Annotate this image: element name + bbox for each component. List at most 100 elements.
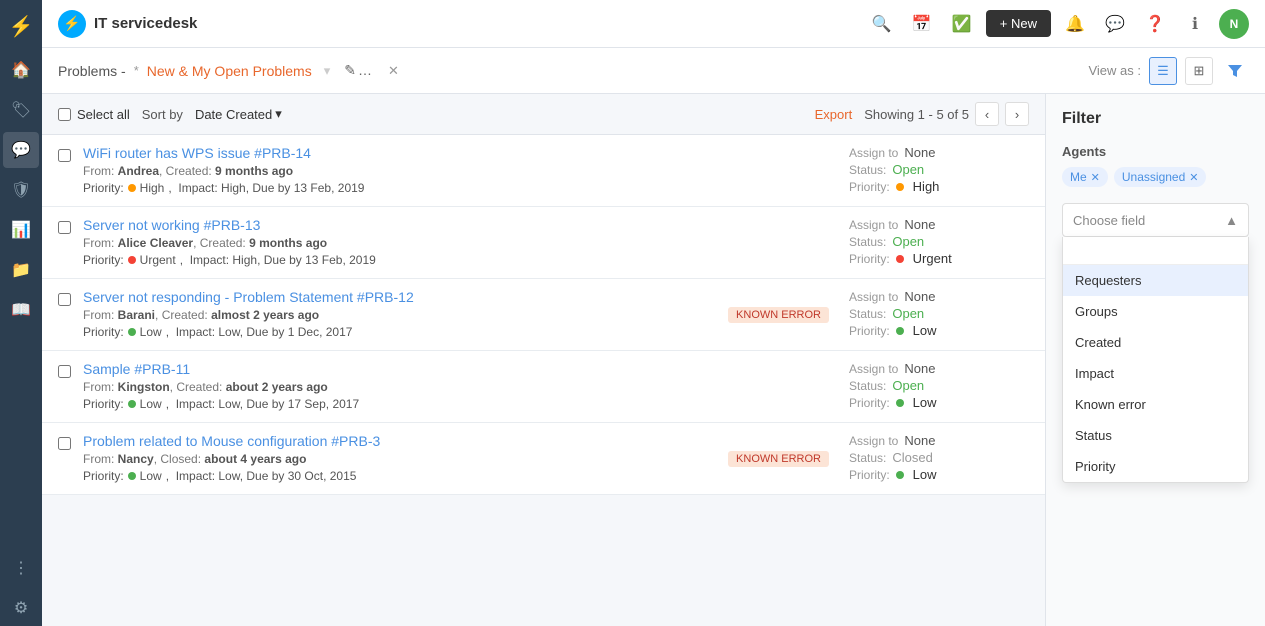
showing-count: Showing 1 - 5 of 5 xyxy=(864,107,969,122)
row-checkbox-1[interactable] xyxy=(58,221,71,234)
row-priority-value-4: Low xyxy=(913,467,937,482)
grid-view-btn[interactable]: ⊞ xyxy=(1185,57,1213,85)
export-button[interactable]: Export xyxy=(815,107,853,122)
sidebar-dots[interactable]: ⋮ xyxy=(3,550,39,586)
problem-title-3[interactable]: Sample #PRB-11 xyxy=(83,361,190,377)
row-priority-value-0: High xyxy=(913,179,940,194)
problem-title-2[interactable]: Server not responding - Problem Statemen… xyxy=(83,289,414,305)
sidebar-folder[interactable]: 📁 xyxy=(3,252,39,288)
dropdown-item[interactable]: Known error xyxy=(1063,389,1248,420)
dropdown-search-input[interactable] xyxy=(1063,237,1248,265)
row-assign-1: Assign to None Status: Open Priority: Ur… xyxy=(849,217,1029,268)
sort-by-label: Sort by xyxy=(142,107,183,122)
filter-tags: Me ✕ Unassigned ✕ xyxy=(1062,167,1249,187)
search-icon[interactable]: 🔍 xyxy=(866,8,898,40)
sidebar-book[interactable]: 📖 xyxy=(3,292,39,328)
main-content: ⚡ IT servicedesk 🔍 📅 ✅ + New 🔔 💬 ❓ ℹ N P… xyxy=(42,0,1265,626)
filter-toggle-btn[interactable] xyxy=(1221,57,1249,85)
priority-dot-3 xyxy=(128,400,136,408)
priority-dot-2 xyxy=(128,328,136,336)
filter-tag-unassigned-close[interactable]: ✕ xyxy=(1189,171,1198,184)
page-prev-btn[interactable]: ‹ xyxy=(975,102,999,126)
sidebar-settings[interactable]: ⚙ xyxy=(3,590,39,626)
row-assign-2: Assign to None Status: Open Priority: Lo… xyxy=(849,289,1029,340)
subheader: Problems - * New & My Open Problems ▾ ✎…… xyxy=(42,48,1265,94)
priority-label-1: Urgent xyxy=(140,253,176,267)
dropdown-items-container: RequestersGroupsCreatedImpactKnown error… xyxy=(1063,265,1248,482)
edit-dots-icon[interactable]: ✎… xyxy=(344,62,374,79)
problem-title-1[interactable]: Server not working #PRB-13 xyxy=(83,217,260,233)
filter-tag-unassigned-label: Unassigned xyxy=(1122,170,1185,184)
priority-dot-0 xyxy=(128,184,136,192)
filter-panel: Filter Agents Me ✕ Unassigned ✕ Choose f… xyxy=(1045,94,1265,626)
row-main-3: Sample #PRB-11 From: Kingston, Created: … xyxy=(83,361,837,411)
row-priority-1: Priority: Urgent, Impact: High, Due by 1… xyxy=(83,253,837,267)
info-icon[interactable]: ℹ xyxy=(1179,8,1211,40)
filter-tag-me-close[interactable]: ✕ xyxy=(1091,171,1100,184)
breadcrumb-static: Problems - xyxy=(58,63,126,79)
row-assign-4: Assign to None Status: Closed Priority: … xyxy=(849,433,1029,484)
dropdown-item[interactable]: Status xyxy=(1063,420,1248,451)
assign-label-row-0: Assign to None xyxy=(849,145,1029,160)
avatar[interactable]: N xyxy=(1219,9,1249,39)
assign-label-row-4: Assign to None xyxy=(849,433,1029,448)
select-all-checkbox[interactable] xyxy=(58,108,71,121)
row-priority-dot-4 xyxy=(896,471,904,479)
row-checkbox-3[interactable] xyxy=(58,365,71,378)
problem-title-0[interactable]: WiFi router has WPS issue #PRB-14 xyxy=(83,145,311,161)
topbar-actions: 🔍 📅 ✅ + New 🔔 💬 ❓ ℹ N xyxy=(866,8,1249,40)
calendar-icon[interactable]: 📅 xyxy=(906,8,938,40)
chat-bubble-icon[interactable]: 💬 xyxy=(1099,8,1131,40)
sort-dropdown[interactable]: Date Created ▾ xyxy=(195,106,282,122)
question-icon[interactable]: ❓ xyxy=(1139,8,1171,40)
row-status-1: Open xyxy=(892,234,924,249)
row-checkbox-0[interactable] xyxy=(58,149,71,162)
filter-tag-unassigned: Unassigned ✕ xyxy=(1114,167,1207,187)
choose-field-btn[interactable]: Choose field ▲ xyxy=(1062,203,1249,237)
dropdown-item[interactable]: Groups xyxy=(1063,296,1248,327)
sidebar-home[interactable]: 🏠 xyxy=(3,52,39,88)
list-view-btn[interactable]: ☰ xyxy=(1149,57,1177,85)
check-icon[interactable]: ✅ xyxy=(946,8,978,40)
select-all-label: Select all xyxy=(77,107,130,122)
priority-dot-1 xyxy=(128,256,136,264)
sidebar-shield[interactable]: 🛡 xyxy=(3,172,39,208)
page-next-btn[interactable]: › xyxy=(1005,102,1029,126)
row-title-wrap: Server not responding - Problem Statemen… xyxy=(83,289,716,305)
row-priority-value-1: Urgent xyxy=(913,251,952,266)
dropdown-item[interactable]: Requesters xyxy=(1063,265,1248,296)
bell-icon[interactable]: 🔔 xyxy=(1059,8,1091,40)
filter-tag-me-label: Me xyxy=(1070,170,1087,184)
problems-list: Select all Sort by Date Created ▾ Export… xyxy=(42,94,1045,626)
dropdown-item[interactable]: Created xyxy=(1063,327,1248,358)
row-title-wrap: Sample #PRB-11 xyxy=(83,361,837,377)
logo-icon: ⚡ xyxy=(58,10,86,38)
table-row: Server not working #PRB-13 From: Alice C… xyxy=(42,207,1045,279)
sidebar-logo: ⚡ xyxy=(3,8,39,44)
row-title-wrap: WiFi router has WPS issue #PRB-14 xyxy=(83,145,837,161)
assign-label-row-2: Assign to None xyxy=(849,289,1029,304)
new-button[interactable]: + New xyxy=(986,10,1051,37)
sidebar-chart[interactable]: 📊 xyxy=(3,212,39,248)
pagination: Showing 1 - 5 of 5 ‹ › xyxy=(864,102,1029,126)
row-main-0: WiFi router has WPS issue #PRB-14 From: … xyxy=(83,145,837,195)
select-all-wrap: Select all xyxy=(58,107,130,122)
breadcrumb-dropdown-icon[interactable]: ▾ xyxy=(324,63,331,79)
row-main-1: Server not working #PRB-13 From: Alice C… xyxy=(83,217,837,267)
dropdown-item[interactable]: Impact xyxy=(1063,358,1248,389)
priority-label-4: Low xyxy=(140,469,162,483)
field-dropdown: RequestersGroupsCreatedImpactKnown error… xyxy=(1062,237,1249,483)
row-checkbox-4[interactable] xyxy=(58,437,71,450)
sidebar-chat[interactable]: 💬 xyxy=(3,132,39,168)
table-row: Problem related to Mouse configuration #… xyxy=(42,423,1045,495)
problem-title-4[interactable]: Problem related to Mouse configuration #… xyxy=(83,433,380,449)
breadcrumb-link[interactable]: New & My Open Problems xyxy=(147,63,312,79)
sidebar-tags[interactable]: 🏷 xyxy=(3,92,39,128)
close-filter-icon[interactable]: ✕ xyxy=(388,63,399,79)
dropdown-item[interactable]: Priority xyxy=(1063,451,1248,482)
row-meta-4: From: Nancy, Closed: about 4 years ago xyxy=(83,452,716,466)
row-priority-value-2: Low xyxy=(913,323,937,338)
row-assign-3: Assign to None Status: Open Priority: Lo… xyxy=(849,361,1029,412)
view-as-label: View as : xyxy=(1088,63,1141,78)
row-checkbox-2[interactable] xyxy=(58,293,71,306)
